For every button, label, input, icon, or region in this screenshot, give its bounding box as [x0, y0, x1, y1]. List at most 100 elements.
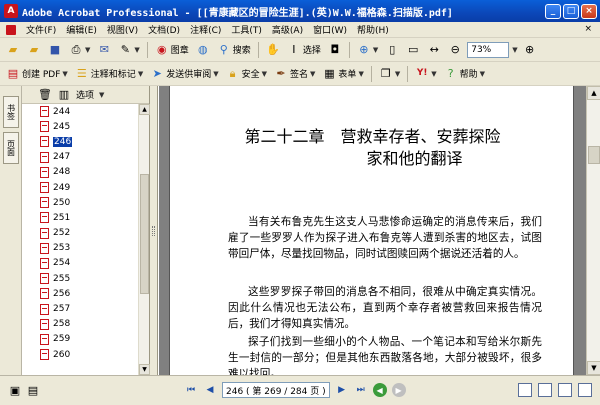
- menu-file[interactable]: 文件(F): [26, 23, 56, 36]
- page-size-icon[interactable]: ▤: [26, 384, 40, 398]
- go-forward-icon[interactable]: ▶: [391, 383, 406, 397]
- bookmark-item[interactable]: 251: [22, 210, 138, 225]
- tab-bookmarks[interactable]: 书签: [3, 96, 19, 128]
- bookmark-item[interactable]: 245: [22, 119, 138, 134]
- plus-icon: ⊕: [525, 43, 535, 56]
- bookmark-label: 255: [53, 273, 71, 284]
- search-button[interactable]: ⚲ 搜索: [215, 41, 253, 59]
- scroll-up-arrow[interactable]: ▲: [587, 86, 600, 100]
- email-button[interactable]: ✉: [95, 41, 113, 59]
- create-pdf-button[interactable]: ▤ 创建 PDF ▼: [4, 65, 70, 83]
- next-page-icon[interactable]: ▶: [335, 383, 349, 397]
- scroll-thumb[interactable]: [588, 146, 600, 164]
- fit-width-button[interactable]: ↔: [425, 41, 443, 59]
- comment-markup-label: 注释和标记: [90, 70, 136, 80]
- page-number-input[interactable]: 246 ( 第 269 / 284 页 ): [222, 382, 330, 398]
- actual-size-button[interactable]: ▯: [383, 41, 401, 59]
- hand-tool-button[interactable]: ✋: [264, 41, 282, 59]
- bookmark-item[interactable]: 249: [22, 180, 138, 195]
- bookmark-item[interactable]: 248: [22, 165, 138, 180]
- bookmark-item[interactable]: 247: [22, 150, 138, 165]
- delete-icon[interactable]: 🗑︎: [38, 88, 52, 102]
- bookmark-item[interactable]: 254: [22, 256, 138, 271]
- help-icon: ?: [447, 67, 454, 80]
- open-button[interactable]: ▰: [4, 41, 22, 59]
- zoom-tool-button[interactable]: ⊕ ▼: [355, 41, 380, 59]
- menu-window[interactable]: 窗口(W): [313, 23, 347, 36]
- menu-comments[interactable]: 注释(C): [190, 23, 221, 36]
- print-button[interactable]: ⎙ ▼: [67, 41, 92, 59]
- monitor-icon[interactable]: ▣: [8, 384, 22, 398]
- zoom-out-button[interactable]: ⊖: [446, 41, 464, 59]
- last-page-icon[interactable]: ⏭: [354, 383, 368, 397]
- send-review-button[interactable]: ➤ 发送供审阅 ▼: [148, 65, 220, 83]
- bookmark-label: 248: [53, 167, 71, 178]
- bookmark-label: 256: [53, 288, 71, 299]
- chevron-down-icon[interactable]: ▼: [99, 91, 104, 99]
- sign-button[interactable]: ✒ 签名 ▼: [272, 65, 317, 83]
- attach-button[interactable]: ✎ ▼: [116, 41, 141, 59]
- bookmark-item[interactable]: 246: [22, 134, 138, 149]
- scroll-thumb[interactable]: [140, 174, 149, 294]
- bookmark-label: 258: [53, 319, 71, 330]
- go-back-icon[interactable]: ◀: [372, 383, 387, 397]
- options-menu[interactable]: 选项: [76, 88, 94, 101]
- zoom-dropdown-icon[interactable]: ▼: [512, 46, 517, 54]
- menu-view[interactable]: 视图(V): [107, 23, 138, 36]
- splitter-grip[interactable]: [152, 226, 155, 236]
- page-layout-button[interactable]: ❐ ▼: [377, 65, 402, 83]
- bookmark-item[interactable]: 257: [22, 301, 138, 316]
- new-bookmark-icon[interactable]: ▥: [57, 88, 71, 102]
- bookmark-item[interactable]: 252: [22, 226, 138, 241]
- bookmark-label: 254: [53, 258, 71, 269]
- bookmark-label: 259: [53, 334, 71, 345]
- bookmark-label: 245: [53, 121, 71, 132]
- panel-splitter[interactable]: [150, 86, 158, 375]
- menu-help[interactable]: 帮助(H): [357, 23, 389, 36]
- help-button[interactable]: ? 帮助 ▼: [442, 65, 487, 83]
- first-page-icon[interactable]: ⏮: [184, 383, 198, 397]
- close-document-button[interactable]: ×: [584, 24, 592, 34]
- stamp-image-button[interactable]: ◉ 图章: [153, 41, 191, 59]
- bookmark-item[interactable]: 253: [22, 241, 138, 256]
- document-icon[interactable]: [6, 24, 16, 35]
- continuous-icon[interactable]: [538, 383, 552, 397]
- zoom-in-button[interactable]: ⊕: [521, 41, 539, 59]
- save-button[interactable]: ■: [46, 41, 64, 59]
- bookmark-item[interactable]: 250: [22, 195, 138, 210]
- menu-tools[interactable]: 工具(T): [231, 23, 262, 36]
- select-tool-button[interactable]: I 选择: [285, 41, 323, 59]
- chevron-down-icon: ▼: [261, 69, 268, 78]
- bookmark-item[interactable]: 255: [22, 271, 138, 286]
- previous-page-icon[interactable]: ◀: [203, 383, 217, 397]
- minimize-button[interactable]: _: [545, 3, 561, 19]
- zoom-input[interactable]: 73%: [467, 41, 510, 58]
- close-button[interactable]: ×: [581, 3, 597, 19]
- tab-pages[interactable]: 页面: [3, 132, 19, 164]
- forms-button[interactable]: ▦ 表单 ▼: [320, 65, 365, 83]
- document-scrollbar[interactable]: ▲ ▼: [586, 86, 600, 375]
- bookmark-item[interactable]: 256: [22, 286, 138, 301]
- bookmark-item[interactable]: 260: [22, 347, 138, 362]
- maximize-button[interactable]: □: [563, 3, 579, 19]
- scroll-down-arrow[interactable]: ▼: [139, 364, 150, 375]
- create-button[interactable]: ▰: [25, 41, 43, 59]
- menu-document[interactable]: 文档(D): [148, 23, 180, 36]
- yahoo-button[interactable]: Y! ▼: [413, 65, 438, 83]
- bookmark-item[interactable]: 258: [22, 317, 138, 332]
- scroll-up-arrow[interactable]: ▲: [139, 104, 150, 115]
- menu-advanced[interactable]: 高级(A): [272, 23, 303, 36]
- snapshot-button[interactable]: ◘: [326, 41, 344, 59]
- scroll-down-arrow[interactable]: ▼: [587, 361, 600, 375]
- bookmark-item[interactable]: 259: [22, 332, 138, 347]
- menu-edit[interactable]: 编辑(E): [66, 23, 97, 36]
- single-page-icon[interactable]: [518, 383, 532, 397]
- comment-markup-button[interactable]: ☰ 注释和标记 ▼: [73, 65, 145, 83]
- continuous-facing-icon[interactable]: [578, 383, 592, 397]
- fit-page-button[interactable]: ▭: [404, 41, 422, 59]
- security-button[interactable]: 🔒︎ 安全 ▼: [224, 65, 269, 83]
- globe-button[interactable]: ◍: [194, 41, 212, 59]
- facing-icon[interactable]: [558, 383, 572, 397]
- bookmark-item[interactable]: 244: [22, 104, 138, 119]
- bookmarks-scrollbar[interactable]: ▲ ▼: [138, 104, 150, 375]
